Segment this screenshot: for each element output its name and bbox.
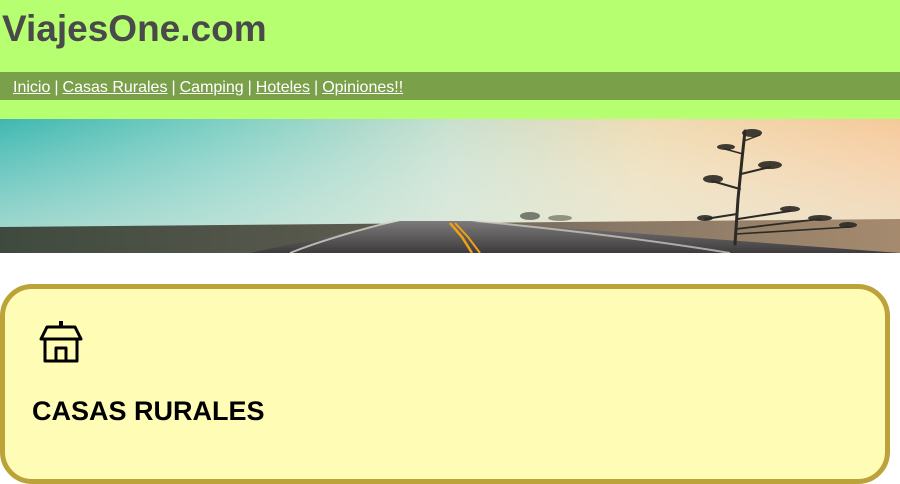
- nav-link-opiniones[interactable]: Opiniones!!: [322, 79, 403, 96]
- nav-link-camping[interactable]: Camping: [180, 79, 244, 96]
- site-header: ViajesOne.com Inicio | Casas Rurales | Campi…: [0, 0, 900, 120]
- nav-bar: Inicio | Casas Rurales | Camping | Hoteles | Opi…: [0, 72, 900, 100]
- nav-separator: |: [314, 79, 319, 96]
- nav-links: Inicio | Casas Rurales | Camping | Hoteles | Opi…: [13, 72, 403, 104]
- nav-link-inicio[interactable]: Inicio: [13, 79, 50, 96]
- house-icon: [39, 321, 83, 363]
- nav-link-hoteles[interactable]: Hoteles: [256, 79, 310, 96]
- nav-separator: |: [247, 79, 252, 96]
- site-title[interactable]: ViajesOne.com: [2, 6, 267, 52]
- casas-rurales-section: CASAS RURALES: [0, 284, 890, 484]
- nav-link-casas-rurales[interactable]: Casas Rurales: [63, 79, 168, 96]
- road-landscape-image: [0, 119, 900, 253]
- banner-image: [0, 119, 900, 253]
- nav-separator: |: [171, 79, 176, 96]
- nav-separator: |: [54, 79, 59, 96]
- section-title: CASAS RURALES: [32, 396, 265, 426]
